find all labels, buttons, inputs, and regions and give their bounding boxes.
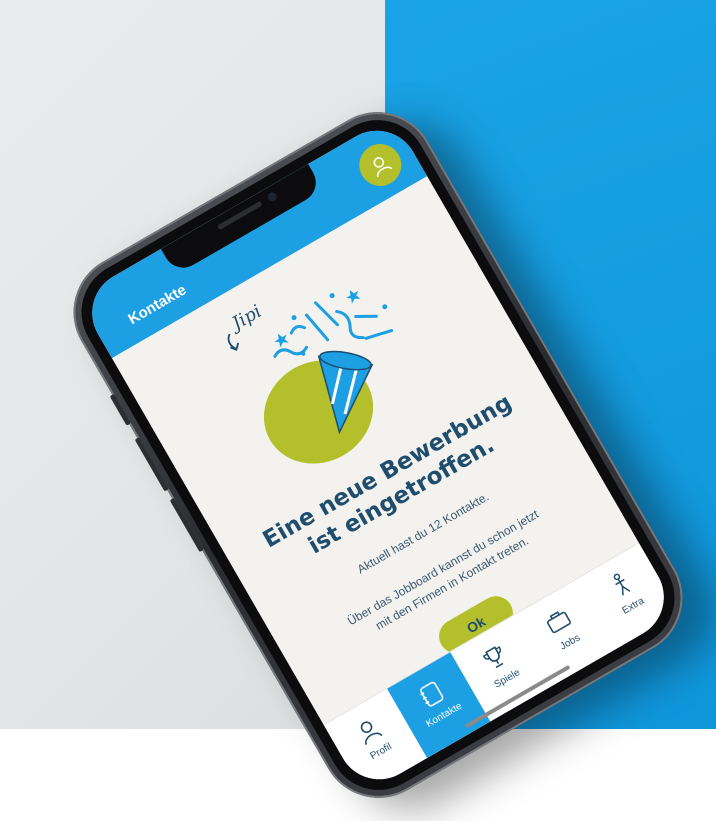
front-camera (266, 190, 279, 203)
person-icon (373, 157, 393, 178)
briefcase-icon (546, 611, 571, 634)
person-icon (361, 721, 383, 745)
trophy-icon (482, 646, 504, 669)
figure-icon (613, 573, 630, 596)
caption-text: Jipi (225, 301, 265, 336)
arrow-head-icon (230, 342, 240, 351)
contacts-icon (420, 681, 444, 707)
profile-button[interactable] (351, 136, 409, 194)
